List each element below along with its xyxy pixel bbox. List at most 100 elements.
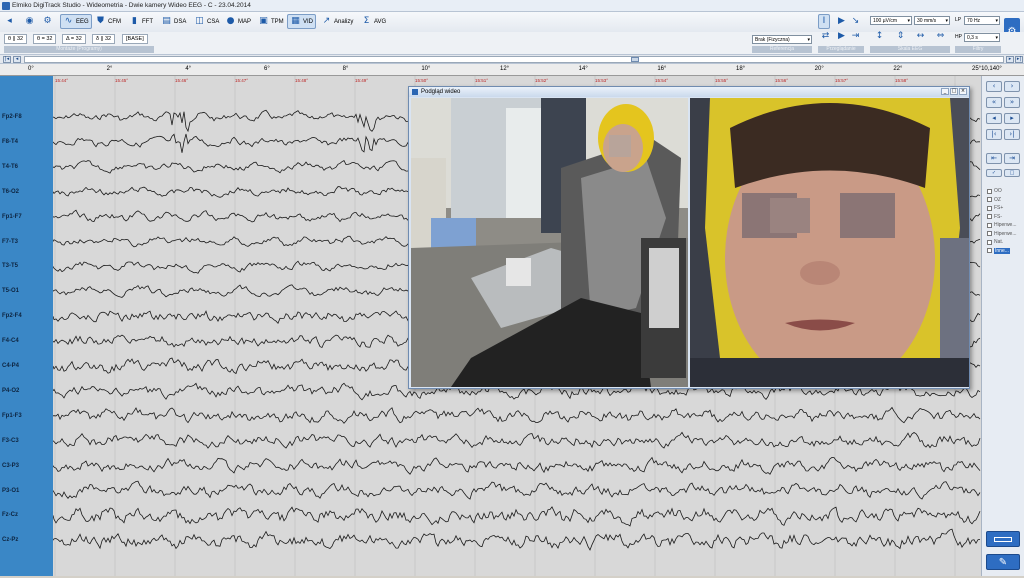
amplitude-up-button[interactable]: ↕ — [872, 29, 887, 44]
event-checkbox[interactable] — [987, 231, 992, 236]
event-type-item[interactable]: Hiperwe... — [987, 231, 1017, 237]
play-button[interactable]: ▶ — [834, 14, 849, 29]
channel-label[interactable]: F7-T3 — [2, 239, 18, 245]
channel-label[interactable]: T6-O2 — [2, 189, 19, 195]
channel-label[interactable]: C4-P4 — [2, 363, 19, 369]
confirm-button[interactable]: ✓ — [986, 169, 1002, 177]
ruler-tick-label: 0° — [28, 66, 34, 72]
lp-select[interactable]: 70 Hz — [964, 16, 1000, 25]
step-end-button[interactable]: ⇥ — [848, 29, 863, 44]
tab-csa[interactable]: ◫ CSA — [192, 14, 221, 29]
montage-switch-button[interactable]: ⇄ — [818, 29, 833, 44]
segment-back-button[interactable]: ◂ — [986, 113, 1002, 124]
channel-label[interactable]: Fp1-F3 — [2, 413, 22, 419]
annotate-button[interactable]: ✎ — [986, 554, 1020, 570]
event-checkbox[interactable] — [987, 205, 992, 211]
time-compress-button[interactable]: ⇔ — [933, 29, 948, 44]
settings-button[interactable]: ⚙ — [40, 14, 55, 29]
play-reverse-button[interactable]: ▶ — [834, 29, 849, 44]
band-tab-2[interactable]: θ = 32 — [33, 34, 57, 44]
band-tab-5[interactable]: [BASE] — [122, 34, 148, 44]
tab-tpm[interactable]: ▣ TPM — [256, 14, 286, 29]
channel-label[interactable]: T5-O1 — [2, 288, 19, 294]
tab-cfm[interactable]: ⛊ CFM — [93, 14, 123, 29]
timeline-scrollbar[interactable] — [24, 56, 1004, 63]
time-expand-button[interactable]: ↔ — [913, 29, 928, 44]
tab-fft[interactable]: ▮ FFT — [127, 14, 155, 29]
marker-next-button[interactable]: ⇥ — [1004, 153, 1020, 164]
event-checkbox[interactable] — [987, 239, 992, 245]
channel-label[interactable]: P3-O1 — [2, 488, 19, 494]
video-window-titlebar[interactable]: Podgląd wideo _ □ × — [409, 87, 969, 97]
scroll-left-button[interactable]: ‹ — [986, 81, 1002, 92]
scroll-right-button[interactable]: › — [1004, 81, 1020, 92]
last-page-button[interactable]: ▸| — [1015, 56, 1023, 63]
view-button[interactable]: ◉ — [22, 14, 37, 29]
ruler-tick-label: 14° — [578, 66, 588, 72]
event-type-item[interactable]: Nat. — [987, 239, 1003, 245]
channel-label[interactable]: C3-P3 — [2, 463, 19, 469]
page-back-button[interactable]: « — [986, 97, 1002, 108]
amplitude-down-button[interactable]: ⇕ — [893, 29, 908, 44]
ruler-tool-button[interactable] — [986, 531, 1020, 547]
event-type-item[interactable]: FS- — [987, 214, 1002, 220]
band-tab-1[interactable]: θ || 32 — [4, 34, 28, 44]
prev-page-button[interactable]: ◂ — [13, 56, 21, 63]
timeline-thumb[interactable] — [631, 57, 639, 62]
amplitude-select[interactable]: 100 µV/cm — [870, 16, 912, 25]
page-forward-button[interactable]: » — [1004, 97, 1020, 108]
first-page-button[interactable]: |◂ — [3, 56, 11, 63]
minimize-button[interactable]: _ — [941, 88, 949, 95]
event-type-item[interactable]: FS+ — [987, 205, 1003, 211]
channel-label[interactable]: F4-C4 — [2, 338, 19, 344]
tab-dsa[interactable]: ▤ DSA — [159, 14, 188, 29]
segment-forward-button[interactable]: ▸ — [1004, 113, 1020, 124]
tab-fft-label: FFT — [142, 18, 153, 25]
channel-label[interactable]: T3-T5 — [2, 263, 18, 269]
event-checkbox[interactable] — [987, 222, 992, 228]
tab-eeg[interactable]: ∿ EEG — [60, 14, 92, 29]
clear-button[interactable]: □ — [1004, 169, 1020, 177]
tab-map[interactable]: ● MAP — [223, 14, 253, 29]
reference-select[interactable]: Brak (Fizyczna) — [752, 35, 812, 44]
channel-label[interactable]: T4-T6 — [2, 164, 18, 170]
go-start-button[interactable]: |‹ — [986, 129, 1002, 140]
tab-avg[interactable]: Σ AVG — [359, 14, 388, 29]
tab-vid-label: VID — [303, 18, 314, 25]
cursor-tool-button[interactable]: I — [818, 14, 830, 29]
eeg-trace-c3-p3 — [52, 456, 981, 475]
channel-label[interactable]: Cz-Pz — [2, 537, 18, 543]
video-preview-window[interactable]: Podgląd wideo _ □ × — [408, 86, 970, 389]
step-button[interactable]: ↘ — [848, 14, 863, 29]
event-checkbox[interactable] — [987, 197, 992, 202]
tab-analizy[interactable]: ↗ Analizy — [319, 14, 355, 29]
event-type-item[interactable]: OZ — [987, 197, 1001, 203]
event-type-item[interactable]: OO — [987, 188, 1002, 194]
close-button[interactable]: × — [959, 88, 967, 95]
next-page-button[interactable]: ▸ — [1006, 56, 1014, 63]
channel-label[interactable]: Fz-Cz — [2, 512, 18, 518]
channel-label[interactable]: Fp1-F7 — [2, 214, 22, 220]
band-tab-3[interactable]: Δ = 32 — [62, 34, 86, 44]
marker-prev-button[interactable]: ⇤ — [986, 153, 1002, 164]
shield-icon: ⛊ — [97, 16, 104, 26]
event-type-item[interactable]: Hiperwe... — [987, 222, 1017, 228]
channel-label[interactable]: P4-O2 — [2, 388, 19, 394]
event-checkbox[interactable] — [987, 188, 992, 194]
speed-select[interactable]: 30 mm/s — [914, 16, 950, 25]
hp-select[interactable]: 0,3 s — [964, 33, 1000, 42]
channel-label[interactable]: F3-C3 — [2, 438, 19, 444]
go-end-button[interactable]: ›| — [1004, 129, 1020, 140]
band-tab-4[interactable]: δ || 32 — [92, 34, 116, 44]
channel-label[interactable]: F8-T4 — [2, 139, 18, 145]
channel-label[interactable]: Fp2-F8 — [2, 114, 22, 120]
back-button[interactable]: ◂ — [2, 14, 17, 29]
tab-vid[interactable]: ▦ VID — [287, 14, 317, 29]
event-checkbox[interactable] — [987, 248, 992, 253]
text-cursor-icon: I — [822, 16, 826, 26]
sigma-icon: Σ — [363, 16, 370, 26]
event-checkbox[interactable] — [987, 214, 992, 219]
maximize-button[interactable]: □ — [950, 88, 958, 95]
event-type-item[interactable]: Inne... — [987, 247, 1010, 254]
channel-label[interactable]: Fp2-F4 — [2, 313, 22, 319]
